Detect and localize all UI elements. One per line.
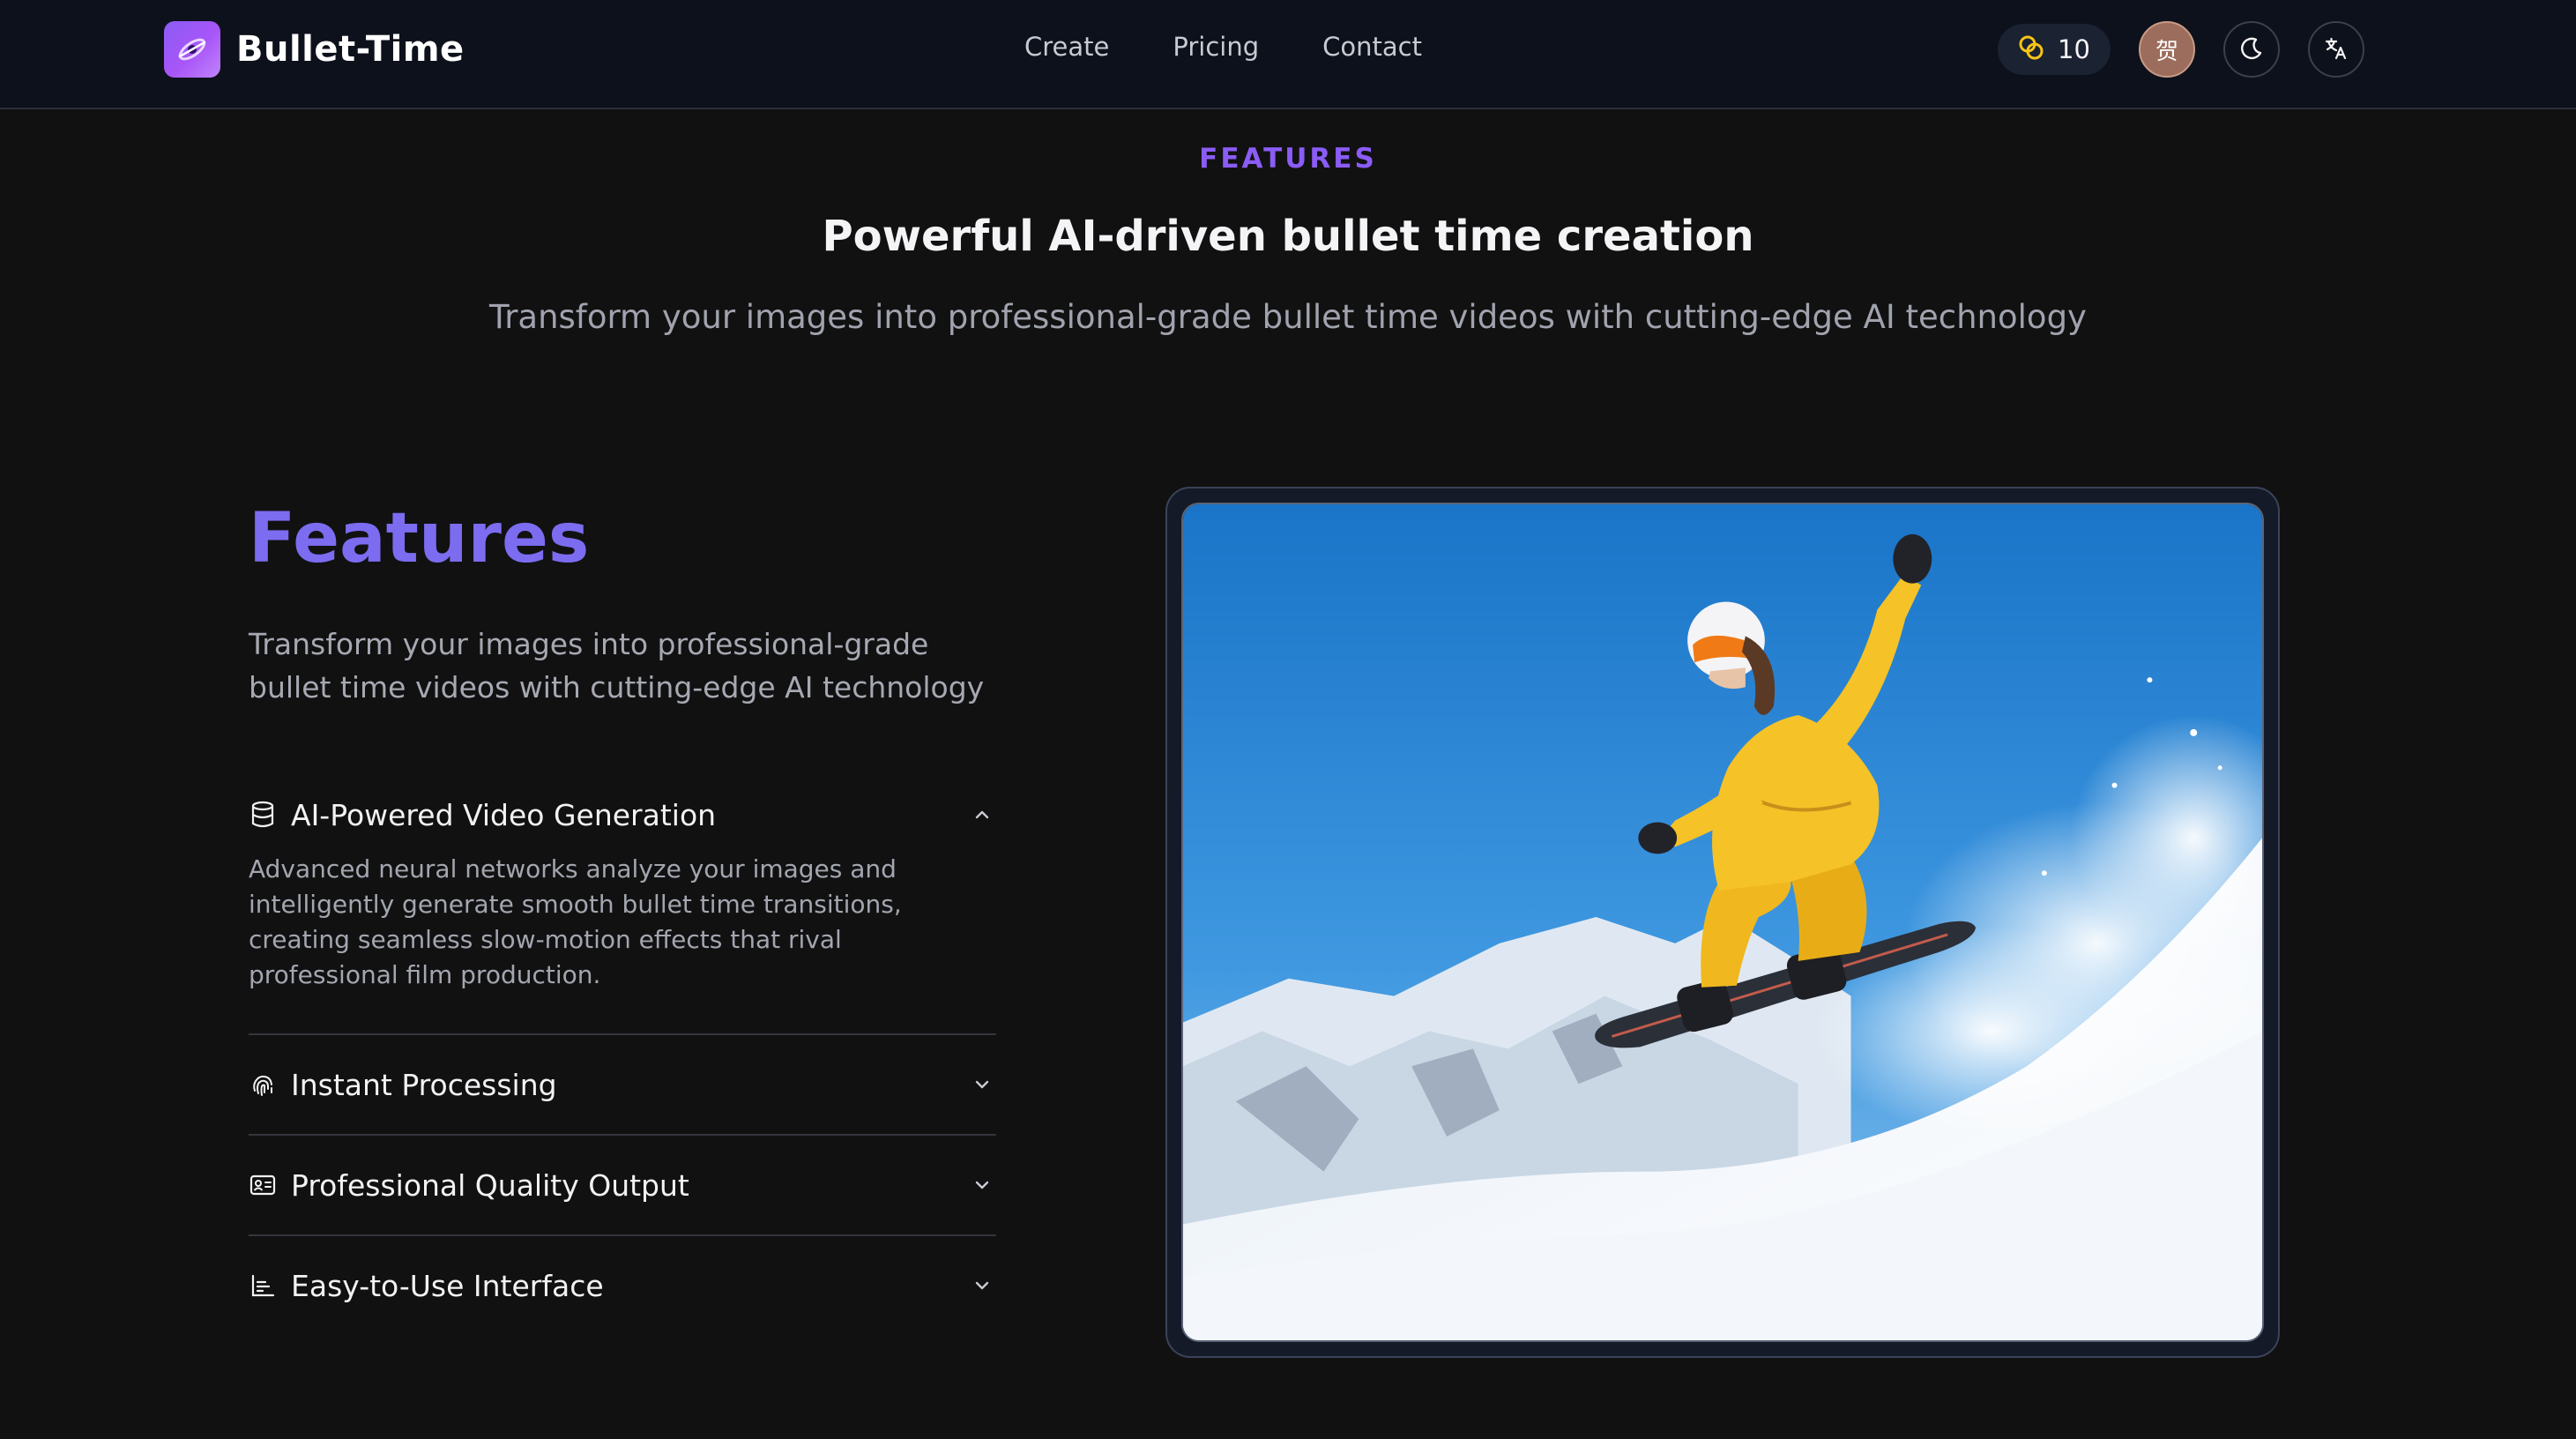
nav-link-contact[interactable]: Contact (1322, 32, 1422, 62)
translate-icon (2323, 35, 2349, 64)
accordion-body: Advanced neural networks analyze your im… (249, 854, 902, 989)
bar-chart-icon (249, 1271, 277, 1300)
accordion-item-easy-interface: Easy-to-Use Interface (249, 1236, 996, 1335)
credits-badge[interactable]: 10 (1998, 24, 2111, 75)
accordion-item-ai-video: AI-Powered Video Generation Advanced neu… (249, 765, 996, 1019)
accordion-title: Professional Quality Output (291, 1167, 689, 1203)
accordion-header-quality-output[interactable]: Professional Quality Output (249, 1136, 996, 1234)
brand-name: Bullet-Time (236, 29, 465, 70)
features-description: Transform your images into professional-… (249, 627, 985, 705)
accordion-header-easy-interface[interactable]: Easy-to-Use Interface (249, 1236, 996, 1335)
top-navbar: Bullet-Time Create Pricing Contact 10 贺 (0, 0, 2576, 109)
chevron-up-icon (968, 801, 996, 829)
brand-logo-icon (164, 21, 220, 78)
accordion-title: AI-Powered Video Generation (291, 797, 717, 832)
section-subtitle: Transform your images into professional-… (489, 298, 2087, 336)
chevron-down-icon (968, 1271, 996, 1300)
nav-link-create[interactable]: Create (1024, 32, 1109, 62)
coins-icon (2017, 34, 2045, 65)
moon-icon (2238, 35, 2265, 64)
nav-link-pricing[interactable]: Pricing (1173, 32, 1259, 62)
accordion-title: Instant Processing (291, 1067, 557, 1102)
feature-image-frame (1165, 487, 2280, 1358)
fingerprint-icon (249, 1070, 277, 1099)
credits-count: 10 (2058, 34, 2090, 64)
user-avatar[interactable]: 贺 (2139, 21, 2195, 78)
id-card-icon (249, 1171, 277, 1199)
theme-toggle-button[interactable] (2223, 21, 2280, 78)
database-icon (249, 801, 277, 829)
section-eyebrow: FEATURES (1199, 143, 1377, 175)
accordion-header-instant-processing[interactable]: Instant Processing (249, 1035, 996, 1134)
main-nav: Create Pricing Contact (1024, 32, 1422, 62)
accordion-header-ai-video[interactable]: AI-Powered Video Generation (249, 765, 996, 864)
chevron-down-icon (968, 1171, 996, 1199)
accordion-title: Easy-to-Use Interface (291, 1268, 604, 1303)
accordion-item-quality-output: Professional Quality Output (249, 1136, 996, 1234)
language-button[interactable] (2308, 21, 2364, 78)
section-title: Powerful AI-driven bullet time creation (822, 212, 1754, 261)
features-title: Features (249, 499, 590, 578)
snowboarder-image (1181, 503, 2264, 1342)
chevron-down-icon (968, 1070, 996, 1099)
avatar-initial: 贺 (2155, 38, 2178, 65)
brand[interactable]: Bullet-Time (164, 21, 465, 78)
accordion-item-instant-processing: Instant Processing (249, 1035, 996, 1134)
